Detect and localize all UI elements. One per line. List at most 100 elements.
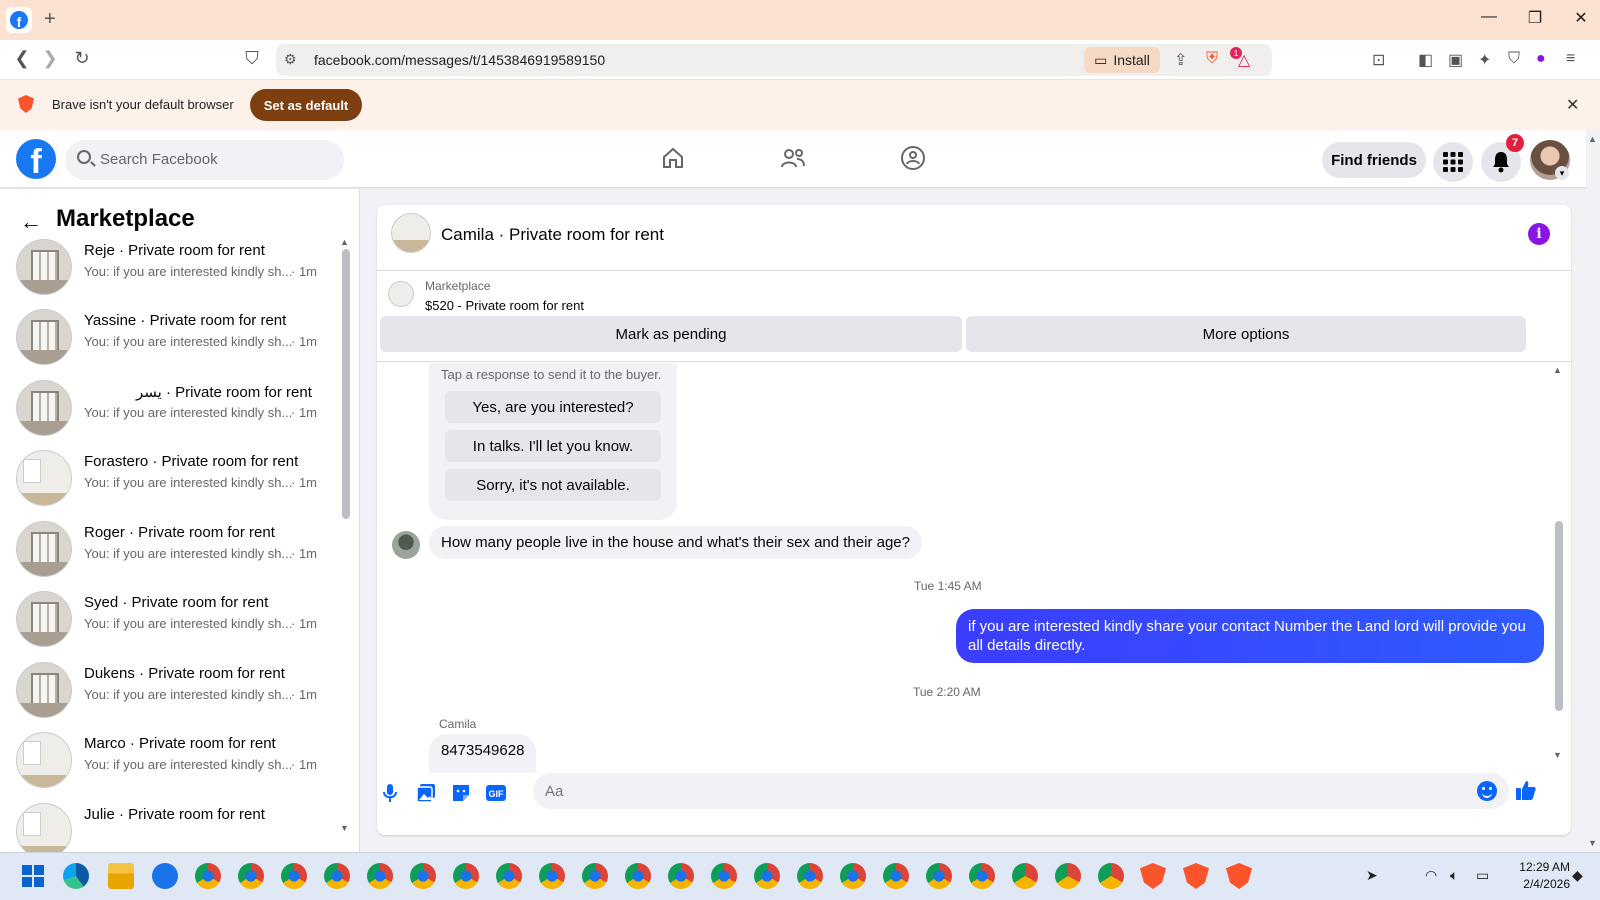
- photo-icon[interactable]: [414, 781, 438, 805]
- share-icon[interactable]: ⇪: [1174, 50, 1187, 70]
- conversation-item[interactable]: Dukens · Private room for rent You: if yo…: [16, 654, 326, 726]
- page-scroll-up-arrow[interactable]: ▲: [1588, 134, 1597, 144]
- taskbar-app-icon[interactable]: [582, 863, 608, 889]
- taskbar-app-icon[interactable]: [668, 863, 694, 889]
- list-scroll-up-arrow[interactable]: ▲: [340, 237, 349, 247]
- taskbar-app-icon[interactable]: [797, 863, 823, 889]
- incoming-message[interactable]: How many people live in the house and wh…: [429, 526, 922, 559]
- taskbar-app-icon[interactable]: [238, 863, 264, 889]
- file-explorer-icon[interactable]: [108, 863, 134, 889]
- conversation-item[interactable]: Marco · Private room for rent You: if you…: [16, 724, 326, 796]
- taskbar-app-icon[interactable]: [754, 863, 780, 889]
- facebook-tab[interactable]: f: [6, 7, 32, 33]
- chat-title[interactable]: Camila · Private room for rent: [441, 225, 664, 245]
- vpn-icon[interactable]: ⛉: [1508, 50, 1520, 68]
- new-tab-button[interactable]: +: [44, 8, 56, 31]
- reload-button[interactable]: ↻: [70, 48, 94, 69]
- taskbar-app-icon[interactable]: [625, 863, 651, 889]
- sender-avatar[interactable]: [392, 531, 420, 559]
- conversation-item[interactable]: Reje · Private room for rent You: if you …: [16, 231, 326, 303]
- taskbar-app-icon[interactable]: [367, 863, 393, 889]
- brave-taskbar-icon[interactable]: [1183, 863, 1209, 889]
- facebook-logo[interactable]: f: [16, 139, 56, 179]
- message-input[interactable]: [533, 773, 1509, 809]
- taskbar-app-icon[interactable]: [969, 863, 995, 889]
- taskbar-app-icon[interactable]: [1012, 863, 1038, 889]
- taskbar-app-icon[interactable]: [1055, 863, 1081, 889]
- windows-start-icon[interactable]: [22, 865, 44, 887]
- quick-response-button[interactable]: In talks. I'll let you know.: [445, 430, 661, 462]
- emoji-icon[interactable]: [1477, 781, 1497, 801]
- info-icon[interactable]: i: [1528, 223, 1550, 245]
- install-button[interactable]: ▭ Install: [1084, 47, 1160, 73]
- taskbar-app-icon[interactable]: [195, 863, 221, 889]
- find-friends-button[interactable]: Find friends: [1322, 142, 1426, 178]
- thread-scroll-down-arrow[interactable]: ▼: [1553, 750, 1562, 760]
- edge-icon[interactable]: [63, 863, 89, 889]
- set-as-default-button[interactable]: Set as default: [250, 89, 362, 121]
- conversation-item[interactable]: Forastero · Private room for rent You: if…: [16, 442, 326, 514]
- microphone-icon[interactable]: [378, 781, 402, 805]
- quick-response-button[interactable]: Sorry, it's not available.: [445, 469, 661, 501]
- thread-scrollbar[interactable]: [1555, 521, 1563, 711]
- taskbar-app-icon[interactable]: [152, 863, 178, 889]
- search-input[interactable]: Search Facebook: [65, 140, 344, 180]
- taskbar-app-icon[interactable]: [840, 863, 866, 889]
- wallet-icon[interactable]: ▣: [1448, 50, 1463, 70]
- gif-icon[interactable]: GIF: [484, 781, 508, 805]
- quick-response-button[interactable]: Yes, are you interested?: [445, 391, 661, 423]
- sticker-icon[interactable]: [449, 781, 473, 805]
- close-window-button[interactable]: ✕: [1558, 8, 1600, 28]
- taskbar-app-icon[interactable]: [1098, 863, 1124, 889]
- maximize-button[interactable]: ❐: [1512, 8, 1558, 28]
- list-scrollbar[interactable]: [342, 249, 350, 519]
- bookmark-icon[interactable]: ⛉: [240, 48, 264, 69]
- conversation-item[interactable]: Roger · Private room for rent You: if you…: [16, 513, 326, 585]
- taskbar-app-icon[interactable]: [324, 863, 350, 889]
- leo-ai-icon[interactable]: ✦: [1478, 50, 1491, 70]
- home-nav-icon[interactable]: [659, 144, 687, 172]
- listing-title[interactable]: $520 - Private room for rent: [425, 298, 584, 313]
- mark-as-pending-button[interactable]: Mark as pending: [380, 316, 962, 352]
- friends-nav-icon[interactable]: [779, 144, 807, 172]
- profile-icon[interactable]: ●: [1536, 50, 1546, 68]
- brave-taskbar-icon[interactable]: [1140, 863, 1166, 889]
- taskbar-app-icon[interactable]: [711, 863, 737, 889]
- brave-shields-icon[interactable]: ⛨: [1206, 50, 1218, 68]
- notification-bell-icon[interactable]: ◆: [1572, 867, 1583, 884]
- conversation-item[interactable]: يسر · Private room for rent You: if you a…: [16, 372, 326, 444]
- conversation-item[interactable]: Julie · Private room for rent: [16, 795, 326, 852]
- outgoing-message[interactable]: if you are interested kindly share your …: [956, 609, 1544, 663]
- taskbar-app-icon[interactable]: [281, 863, 307, 889]
- sidebar-toggle-icon[interactable]: ◧: [1418, 50, 1433, 70]
- taskbar-app-icon[interactable]: [883, 863, 909, 889]
- tab-search-icon[interactable]: ⊡: [1372, 50, 1385, 70]
- url-text[interactable]: facebook.com/messages/t/1453846919589150: [314, 52, 605, 68]
- taskbar-app-icon[interactable]: [453, 863, 479, 889]
- like-icon[interactable]: [1515, 779, 1537, 807]
- forward-button[interactable]: ❯: [38, 48, 62, 69]
- back-button[interactable]: ❮: [10, 48, 34, 69]
- list-scroll-down-arrow[interactable]: ▼: [340, 823, 349, 833]
- close-infobar-icon[interactable]: ✕: [1566, 95, 1579, 115]
- battery-icon[interactable]: ▭: [1476, 867, 1489, 884]
- location-icon[interactable]: ➤: [1366, 867, 1378, 884]
- listing-avatar[interactable]: [391, 213, 431, 253]
- more-options-button[interactable]: More options: [966, 316, 1526, 352]
- wifi-icon[interactable]: ◠: [1425, 867, 1437, 884]
- listing-thumbnail[interactable]: [388, 281, 414, 307]
- thread-scroll-up-arrow[interactable]: ▲: [1553, 365, 1562, 375]
- volume-icon[interactable]: 🔈︎: [1450, 867, 1458, 884]
- menu-icon[interactable]: ≡: [1566, 50, 1575, 68]
- page-scroll-down-arrow[interactable]: ▼: [1588, 838, 1597, 848]
- conversation-item[interactable]: Syed · Private room for rent You: if you …: [16, 583, 326, 655]
- system-clock[interactable]: 12:29 AM 2/4/2026: [1500, 859, 1570, 893]
- chevron-down-icon[interactable]: ▾: [1555, 166, 1569, 180]
- taskbar-app-icon[interactable]: [496, 863, 522, 889]
- taskbar-app-icon[interactable]: [539, 863, 565, 889]
- minimize-button[interactable]: —: [1466, 8, 1512, 26]
- taskbar-app-icon[interactable]: [926, 863, 952, 889]
- conversation-item[interactable]: Yassine · Private room for rent You: if y…: [16, 301, 326, 373]
- menu-grid-button[interactable]: [1433, 142, 1473, 182]
- taskbar-app-icon[interactable]: [410, 863, 436, 889]
